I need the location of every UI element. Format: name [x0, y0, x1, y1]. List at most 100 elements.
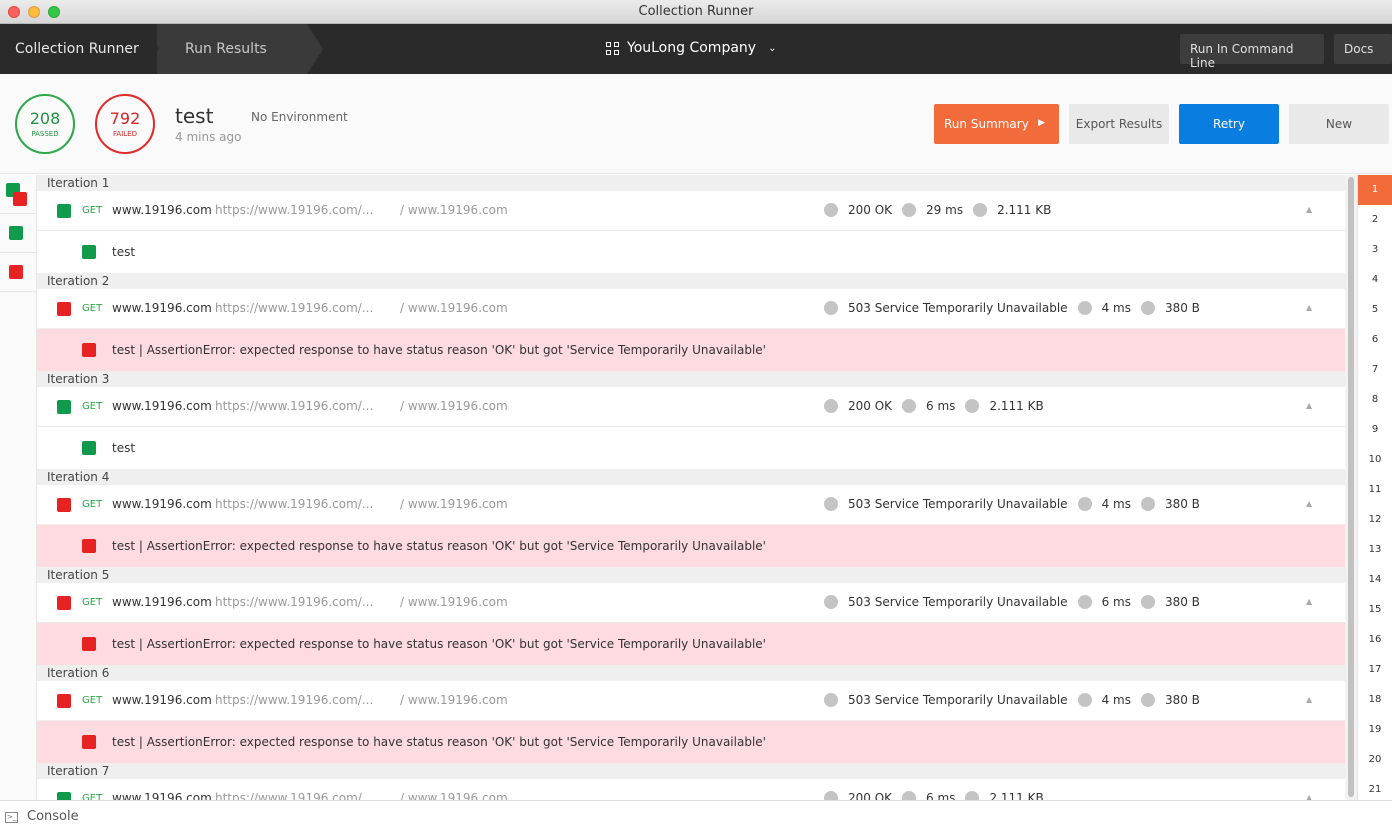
fail-square-icon — [82, 735, 96, 749]
collapse-caret-icon[interactable]: ▲ — [1306, 793, 1312, 800]
request-name: www.19196.com — [112, 791, 212, 800]
filter-passed[interactable] — [0, 214, 36, 253]
status-dot-icon — [824, 693, 838, 707]
request-row[interactable]: GET www.19196.com https://www.19196.com/..… — [37, 387, 1345, 427]
status-dot-icon — [824, 791, 838, 800]
export-results-button[interactable]: Export Results — [1069, 104, 1169, 144]
iteration-header: Iteration 7 — [37, 763, 1345, 779]
iteration-number-5[interactable]: 5 — [1358, 295, 1392, 325]
response-status: 200 OK — [848, 791, 893, 800]
iteration-number-4[interactable]: 4 — [1358, 265, 1392, 295]
workspace-name: YouLong Company — [627, 40, 757, 56]
pass-square-icon — [9, 226, 23, 240]
retry-button[interactable]: Retry — [1179, 104, 1279, 144]
breadcrumb-collection-runner[interactable]: Collection Runner — [0, 24, 159, 74]
size-dot-icon — [965, 399, 980, 413]
iteration-number-10[interactable]: 10 — [1358, 445, 1392, 475]
run-name: test — [175, 104, 214, 128]
failed-label: FAILED — [113, 130, 137, 138]
iteration-number-13[interactable]: 13 — [1358, 535, 1392, 565]
breadcrumb-run-results[interactable]: Run Results — [157, 24, 323, 74]
iteration-header: Iteration 5 — [37, 567, 1345, 583]
status-dot-icon — [824, 301, 838, 315]
response-time: 4 ms — [1101, 301, 1131, 315]
iteration-number-12[interactable]: 12 — [1358, 505, 1392, 535]
request-row[interactable]: GET www.19196.com https://www.19196.com/..… — [37, 485, 1345, 525]
iteration-number-3[interactable]: 3 — [1358, 235, 1392, 265]
new-button[interactable]: New — [1289, 104, 1389, 144]
size-dot-icon — [1140, 595, 1155, 609]
request-name: www.19196.com — [112, 399, 212, 413]
console-bar[interactable]: >_ Console — [0, 800, 1392, 830]
workspace-grid-icon — [606, 41, 619, 55]
iteration-header: Iteration 2 — [37, 273, 1345, 289]
response-size: 2.111 KB — [997, 203, 1052, 217]
iteration-number-19[interactable]: 19 — [1358, 715, 1392, 745]
iteration-header: Iteration 4 — [37, 469, 1345, 485]
request-name: www.19196.com — [112, 693, 212, 707]
request-row[interactable]: GET www.19196.com https://www.19196.com/..… — [37, 681, 1345, 721]
request-row[interactable]: GET www.19196.com https://www.19196.com/..… — [37, 289, 1345, 329]
request-method: GET — [82, 205, 103, 216]
size-dot-icon — [1140, 693, 1155, 707]
iteration-number-9[interactable]: 9 — [1358, 415, 1392, 445]
results-scrollbar[interactable] — [1345, 175, 1357, 800]
collapse-caret-icon[interactable]: ▲ — [1306, 401, 1312, 410]
collapse-caret-icon[interactable]: ▲ — [1306, 205, 1312, 214]
fail-square-icon — [57, 498, 71, 512]
collapse-caret-icon[interactable]: ▲ — [1306, 597, 1312, 606]
iteration-header: Iteration 3 — [37, 371, 1345, 387]
request-row[interactable]: GET www.19196.com https://www.19196.com/..… — [37, 779, 1345, 800]
response-stats: 503 Service Temporarily Unavailable 4 ms 3… — [824, 497, 1210, 511]
filter-all[interactable] — [0, 175, 36, 214]
scrollbar-thumb[interactable] — [1348, 177, 1354, 797]
response-status: 200 OK — [848, 203, 893, 217]
iteration-number-2[interactable]: 2 — [1358, 205, 1392, 235]
response-time: 6 ms — [1101, 595, 1131, 609]
test-result-text: test | AssertionError: expected response… — [112, 343, 766, 357]
iteration-number-17[interactable]: 17 — [1358, 655, 1392, 685]
response-stats: 200 OK 6 ms 2.111 KB — [824, 399, 1054, 413]
docs-button[interactable]: Docs — [1334, 34, 1392, 64]
request-method: GET — [82, 695, 103, 706]
response-time: 6 ms — [926, 399, 956, 413]
workspace-selector[interactable]: YouLong Company ⌄ — [606, 40, 776, 56]
filter-failed[interactable] — [0, 253, 36, 292]
iteration-number-14[interactable]: 14 — [1358, 565, 1392, 595]
request-url: https://www.19196.com/... — [215, 203, 374, 217]
result-filter-rail — [0, 175, 37, 800]
iteration-number-20[interactable]: 20 — [1358, 745, 1392, 775]
iteration-number-15[interactable]: 15 — [1358, 595, 1392, 625]
iteration-number-1[interactable]: 1 — [1358, 175, 1392, 205]
response-size: 2.111 KB — [989, 791, 1044, 800]
test-result-text: test — [112, 245, 136, 259]
request-url: https://www.19196.com/... — [215, 301, 374, 315]
request-path: / www.19196.com — [400, 497, 508, 511]
iteration-number-16[interactable]: 16 — [1358, 625, 1392, 655]
request-path: / www.19196.com — [400, 301, 508, 315]
status-dot-icon — [824, 595, 838, 609]
passed-counter: 208 PASSED — [15, 94, 75, 154]
run-summary-label: Run Summary — [944, 117, 1029, 131]
request-row[interactable]: GET www.19196.com https://www.19196.com/..… — [37, 191, 1345, 231]
test-result-row: test | AssertionError: expected response… — [37, 623, 1345, 665]
request-row[interactable]: GET www.19196.com https://www.19196.com/..… — [37, 583, 1345, 623]
iteration-number-6[interactable]: 6 — [1358, 325, 1392, 355]
collapse-caret-icon[interactable]: ▲ — [1306, 303, 1312, 312]
test-result-text: test | AssertionError: expected response… — [112, 637, 766, 651]
results-list: Iteration 1 GET www.19196.com https://www.1… — [37, 175, 1345, 800]
iteration-number-18[interactable]: 18 — [1358, 685, 1392, 715]
response-time: 4 ms — [1101, 693, 1131, 707]
iteration-number-8[interactable]: 8 — [1358, 385, 1392, 415]
test-result-text: test | AssertionError: expected response… — [112, 735, 766, 749]
time-dot-icon — [902, 203, 917, 217]
run-summary-button[interactable]: Run Summary ▶ — [934, 104, 1059, 144]
iteration-number-7[interactable]: 7 — [1358, 355, 1392, 385]
iteration-number-rail: 1 2 3 4 5 6 7 8 9 10 11 12 13 14 15 16 17 18 19 20 21 — [1357, 175, 1392, 800]
request-method: GET — [82, 793, 103, 800]
run-in-command-line-button[interactable]: Run In Command Line — [1180, 34, 1324, 70]
collapse-caret-icon[interactable]: ▲ — [1306, 695, 1312, 704]
response-time: 6 ms — [926, 791, 956, 800]
collapse-caret-icon[interactable]: ▲ — [1306, 499, 1312, 508]
iteration-number-11[interactable]: 11 — [1358, 475, 1392, 505]
